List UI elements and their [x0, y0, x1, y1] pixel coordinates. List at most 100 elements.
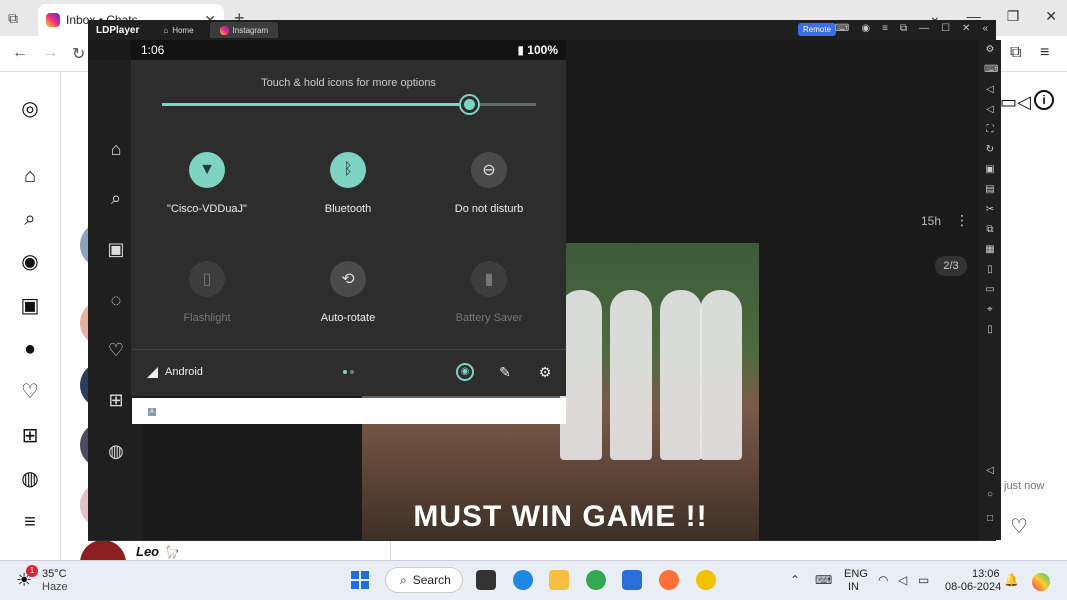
fullscreen-icon[interactable]: ⧉: [900, 23, 907, 34]
collapse-sidebar-icon[interactable]: «: [982, 23, 988, 34]
android-home-icon[interactable]: ○: [984, 489, 996, 501]
gamepad-icon[interactable]: ⌨: [835, 23, 849, 34]
wifi-icon[interactable]: ▼: [189, 152, 225, 188]
edit-pencil-icon[interactable]: ✎: [496, 363, 514, 381]
language-indicator[interactable]: ENG: [844, 568, 868, 580]
screenshot-icon[interactable]: ⛶: [984, 124, 996, 136]
edge-icon[interactable]: [513, 570, 533, 590]
remote-button[interactable]: Remote: [798, 23, 837, 36]
instagram-logo-icon[interactable]: ◎: [18, 97, 42, 121]
ld-tab-home[interactable]: ⌂ Home: [153, 22, 203, 38]
like-heart-icon[interactable]: ♡: [1010, 514, 1028, 539]
heart-icon[interactable]: ♡: [105, 339, 127, 361]
menu-icon[interactable]: ≡: [1040, 44, 1049, 62]
more-options-icon[interactable]: ⋮: [955, 212, 969, 229]
close-icon[interactable]: ✕: [962, 23, 970, 34]
create-icon[interactable]: ⊞: [18, 424, 42, 448]
record-icon[interactable]: ▤: [984, 184, 996, 196]
extensions-icon[interactable]: ⧉: [1010, 44, 1021, 62]
scissors-icon[interactable]: ✂: [984, 204, 996, 216]
home-icon[interactable]: ⌂: [18, 164, 42, 188]
firefox-icon[interactable]: [659, 570, 679, 590]
copilot-icon[interactable]: [1032, 573, 1050, 591]
android-back-icon[interactable]: ◁: [984, 465, 996, 477]
flashlight-icon[interactable]: ▯: [189, 261, 225, 297]
notification-bell-icon[interactable]: 🔔: [1004, 573, 1019, 587]
flashlight-tile-label[interactable]: Flashlight: [137, 312, 277, 324]
apk-install-icon[interactable]: ▣: [984, 164, 996, 176]
profile-avatar-icon[interactable]: ◍: [18, 467, 42, 491]
forward-arrow-icon[interactable]: →: [42, 44, 58, 62]
ld-tab-instagram[interactable]: Instagram: [209, 22, 279, 38]
minimize-icon[interactable]: —: [919, 23, 929, 34]
windows-start-icon[interactable]: [351, 571, 369, 589]
more-menu-icon[interactable]: ≡: [18, 510, 42, 534]
reload-icon[interactable]: ↻: [72, 44, 85, 64]
language-region[interactable]: IN: [848, 581, 859, 593]
back-arrow-icon[interactable]: ←: [12, 44, 28, 62]
battery-saver-tile-label[interactable]: Battery Saver: [419, 312, 559, 324]
home-icon[interactable]: ⌂: [105, 138, 127, 160]
messenger-icon[interactable]: ◌: [105, 289, 127, 311]
notifications-heart-icon[interactable]: ♡: [18, 380, 42, 404]
dnd-icon[interactable]: ⊖: [471, 152, 507, 188]
weather-description[interactable]: Haze: [42, 581, 68, 593]
battery-saver-icon[interactable]: ▮: [471, 261, 507, 297]
file-explorer-icon[interactable]: [549, 570, 569, 590]
shake-icon[interactable]: ▯: [984, 264, 996, 276]
user-account-icon[interactable]: ◉: [456, 363, 474, 381]
volume-down-icon[interactable]: ◁: [984, 104, 996, 116]
ldplayer-window-controls: ⌨ ◉ ≡ ⧉ — ☐ ✕ «: [835, 23, 988, 34]
menu-icon[interactable]: ≡: [882, 23, 888, 34]
task-view-icon[interactable]: [476, 570, 496, 590]
tab-actions-icon[interactable]: ⧉: [8, 10, 18, 27]
cell-signal-icon: [147, 367, 158, 378]
keyboard-tray-icon[interactable]: ⌨: [815, 573, 832, 587]
taskbar-date[interactable]: 08-06-2024: [945, 581, 1001, 593]
bluetooth-tile-label[interactable]: Bluetooth: [278, 203, 418, 215]
ldplayer-taskbar-icon[interactable]: [696, 570, 716, 590]
settings-gear-icon[interactable]: ⚙: [536, 363, 554, 381]
reels-icon[interactable]: ▣: [105, 238, 127, 260]
rotate-screen-icon[interactable]: ▯: [984, 324, 996, 336]
sync-icon[interactable]: ↻: [984, 144, 996, 156]
chat-name[interactable]: Leo 🦙: [136, 544, 179, 560]
create-icon[interactable]: ⊞: [105, 389, 127, 411]
rotate-tile-label[interactable]: Auto-rotate: [278, 312, 418, 324]
info-icon[interactable]: i: [1034, 90, 1054, 110]
search-icon[interactable]: ⌕: [105, 187, 127, 209]
reels-icon[interactable]: ▣: [18, 294, 42, 318]
rotate-icon[interactable]: ⟲: [330, 261, 366, 297]
taskbar-search[interactable]: ⌕ Search: [385, 567, 463, 593]
android-recents-icon[interactable]: □: [984, 513, 996, 525]
bluetooth-icon[interactable]: ᛒ: [330, 152, 366, 188]
video-call-icon[interactable]: ▭◁: [1000, 92, 1031, 113]
dnd-tile-label[interactable]: Do not disturb: [419, 203, 559, 215]
messenger-icon[interactable]: ●: [18, 337, 42, 361]
brightness-thumb[interactable]: [461, 96, 478, 113]
settings-icon[interactable]: ⚙: [984, 44, 996, 56]
search-icon[interactable]: ⌕: [18, 207, 42, 231]
location-icon[interactable]: ⌖: [984, 304, 996, 316]
taskbar-clock[interactable]: 13:06: [972, 568, 1000, 580]
chrome-icon[interactable]: [586, 570, 606, 590]
account-icon[interactable]: ◉: [861, 23, 870, 34]
folder-icon[interactable]: ▭: [984, 284, 996, 296]
weather-temperature[interactable]: 35°C: [42, 568, 67, 580]
tray-expand-icon[interactable]: ⌃: [790, 573, 800, 587]
keyboard-icon[interactable]: ⌨: [984, 64, 998, 76]
close-button[interactable]: ✕: [1045, 8, 1057, 25]
battery-tray-icon[interactable]: ▭: [918, 573, 929, 587]
explore-icon[interactable]: ◉: [18, 250, 42, 274]
notification-strip[interactable]: [132, 398, 566, 424]
macro-icon[interactable]: ▦: [984, 244, 996, 256]
multi-instance-icon[interactable]: ⧉: [984, 224, 996, 236]
volume-up-icon[interactable]: ◁: [984, 84, 996, 96]
wifi-tray-icon[interactable]: ◠: [878, 573, 888, 587]
store-icon[interactable]: [622, 570, 642, 590]
volume-tray-icon[interactable]: ◁: [898, 573, 907, 587]
profile-avatar-icon[interactable]: ◍: [105, 440, 127, 462]
restore-button[interactable]: ❐: [1007, 8, 1020, 25]
maximize-icon[interactable]: ☐: [941, 23, 950, 34]
wifi-tile-label[interactable]: "Cisco-VDDuaJ": [137, 203, 277, 215]
